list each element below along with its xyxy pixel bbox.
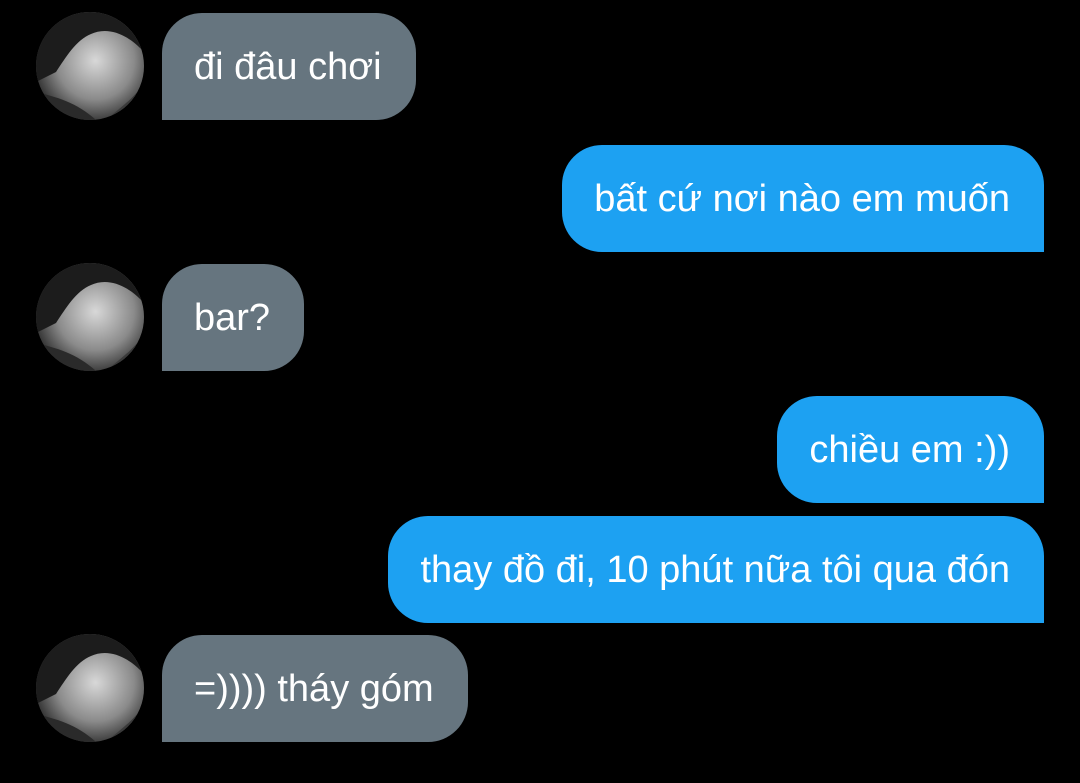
message-text: chiều em :)) [809,428,1010,471]
message-text: bar? [194,296,271,339]
message-text: đi đâu chơi [194,45,382,88]
message-text: bất cứ nơi nào em muốn [594,177,1010,220]
message-bubble-incoming[interactable]: đi đâu chơi [162,13,416,120]
message-bubble-outgoing[interactable]: chiều em :)) [777,396,1044,503]
user-avatar-icon[interactable] [36,12,144,120]
message-bubble-incoming[interactable]: =)))) tháy góm [162,635,468,742]
message-bubble-outgoing[interactable]: bất cứ nơi nào em muốn [562,145,1044,252]
message-bubble-outgoing[interactable]: thay đồ đi, 10 phút nữa tôi qua đón [388,516,1044,623]
message-text: =)))) tháy góm [194,667,434,710]
message-text: thay đồ đi, 10 phút nữa tôi qua đón [420,548,1010,591]
message-bubble-incoming[interactable]: bar? [162,264,305,371]
user-avatar-icon[interactable] [36,263,144,371]
user-avatar-icon[interactable] [36,634,144,742]
